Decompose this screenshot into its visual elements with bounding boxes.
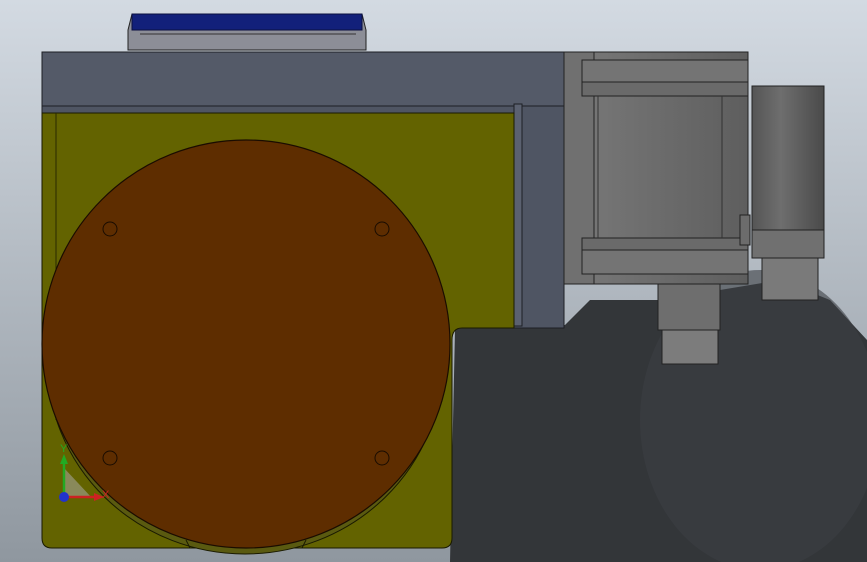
x-axis-label: X bbox=[102, 489, 110, 501]
top-plate[interactable] bbox=[127, 13, 367, 51]
y-axis-label: Y bbox=[60, 443, 68, 455]
mounting-hole bbox=[102, 221, 118, 237]
encoder-cap[interactable] bbox=[751, 85, 825, 301]
mounting-hole bbox=[102, 450, 118, 466]
power-connector[interactable] bbox=[657, 283, 721, 365]
mounting-hole bbox=[374, 221, 390, 237]
servo-motor[interactable] bbox=[563, 51, 751, 285]
model-canvas[interactable]: Y X bbox=[0, 0, 867, 562]
cad-viewport[interactable]: Y X bbox=[0, 0, 867, 562]
mounting-hole bbox=[374, 450, 390, 466]
z-axis-dot bbox=[59, 492, 69, 502]
